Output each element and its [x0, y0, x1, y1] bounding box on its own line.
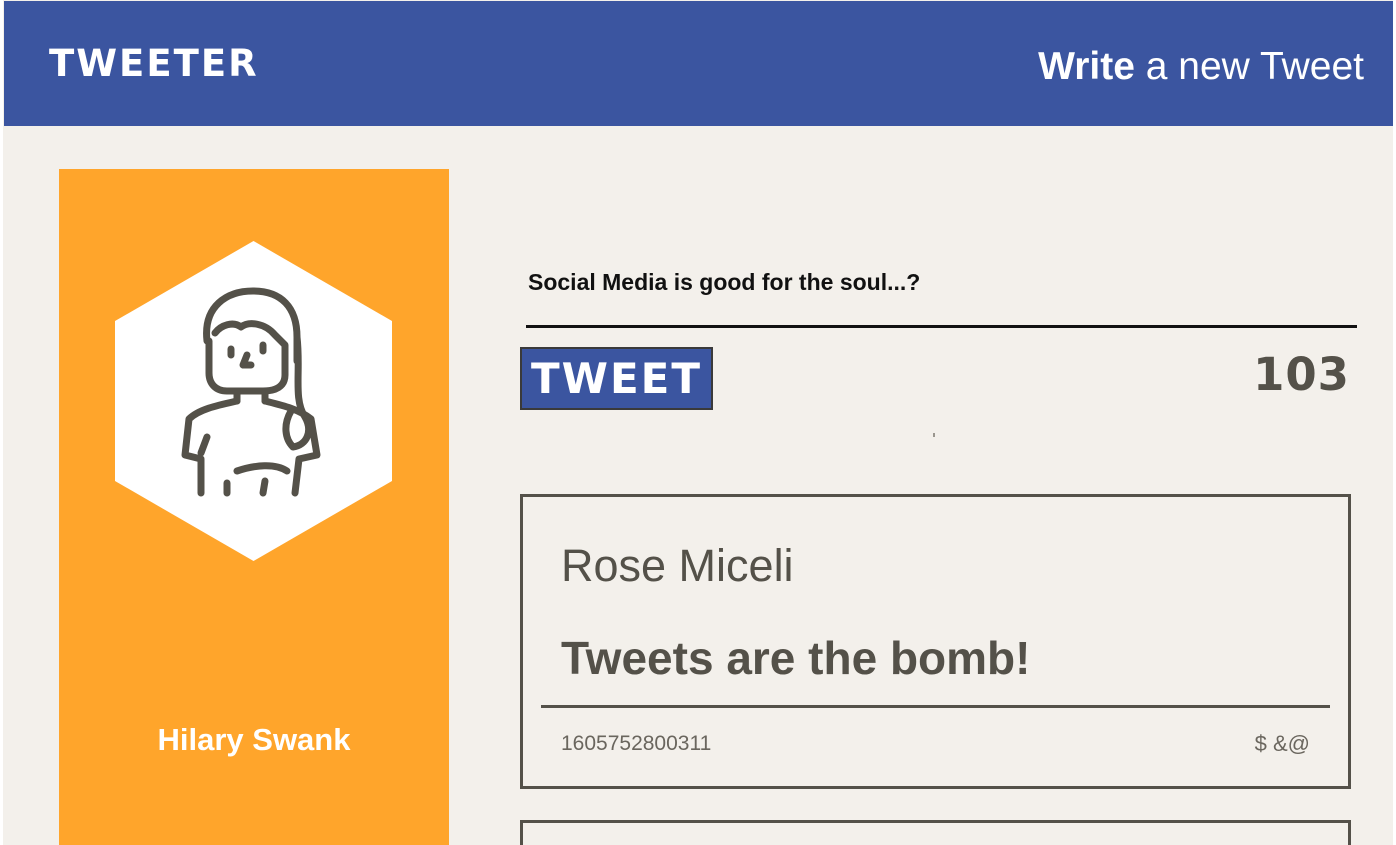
- tweet-actions: $ &@: [1255, 731, 1310, 757]
- like-icon[interactable]: @: [1288, 731, 1310, 756]
- tweet-text: Tweets are the bomb!: [561, 632, 1031, 684]
- write-new-tweet-toggle[interactable]: Write a new Tweet: [1038, 47, 1364, 86]
- tweet-divider: [541, 705, 1330, 708]
- brand-logo: TWEETER: [49, 42, 259, 85]
- tweet-input[interactable]: [526, 262, 1360, 302]
- window-border-left: [0, 0, 3, 845]
- character-counter: 103: [1253, 348, 1350, 401]
- woman-avatar-icon: [115, 241, 392, 561]
- flag-icon[interactable]: $: [1255, 731, 1267, 756]
- retweet-icon[interactable]: &: [1273, 731, 1288, 756]
- tweet-input-underline: [526, 325, 1357, 328]
- tweet-author: Rose Miceli: [561, 540, 794, 591]
- error-message-placeholder: [933, 433, 935, 437]
- user-profile-card: Hilary Swank: [59, 169, 449, 845]
- tweet-card: Rose Miceli Tweets are the bomb! 1605752…: [520, 494, 1351, 789]
- app-window: TWEETER Write a new Tweet Hilary Swank S…: [0, 0, 1396, 845]
- compose-toggle-light: a new Tweet: [1134, 45, 1364, 88]
- tweet-card: [520, 820, 1351, 845]
- top-nav: TWEETER Write a new Tweet: [4, 1, 1393, 126]
- avatar: [115, 241, 392, 561]
- compose-toggle-strong: Write: [1038, 45, 1135, 88]
- profile-name: Hilary Swank: [157, 722, 351, 757]
- tweet-button[interactable]: TWEET: [520, 347, 713, 410]
- tweet-timestamp: 1605752800311: [561, 732, 712, 755]
